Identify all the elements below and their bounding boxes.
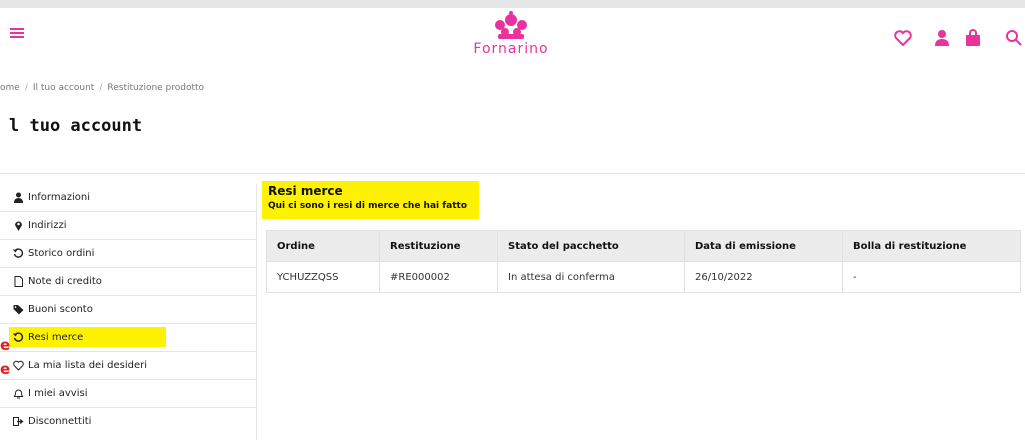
column-header-restituzione: Restituzione <box>379 230 498 262</box>
user-icon[interactable] <box>932 28 952 48</box>
red-annotation-mark: e <box>0 360 11 378</box>
sidebar-item-resi-merce[interactable]: Resi merce <box>0 324 256 352</box>
file-icon <box>14 276 23 287</box>
sidebar-item-informazioni[interactable]: Informazioni <box>0 184 256 212</box>
heart-icon[interactable] <box>893 28 913 48</box>
table-header-row: Ordine Restituzione Stato del pacchetto … <box>266 230 1021 262</box>
tag-icon <box>13 305 24 315</box>
column-header-data: Data di emissione <box>684 230 843 262</box>
sidebar-item-label: Informazioni <box>28 192 90 203</box>
heart-outline-icon <box>13 360 24 371</box>
sidebar-item-disconnettiti[interactable]: Disconnettiti <box>0 408 256 436</box>
section-title: Resi merce <box>268 184 343 198</box>
sign-out-icon <box>13 417 24 426</box>
breadcrumb-current: Restituzione prodotto <box>107 83 205 93</box>
section-subtitle: Qui ci sono i resi di merce che hai fatt… <box>268 201 468 211</box>
top-strip <box>0 0 1025 8</box>
map-pin-icon <box>15 221 22 231</box>
table-row: YCHUZZQSS #RE000002 In attesa di conferm… <box>266 261 1021 293</box>
sidebar-item-lista-desideri[interactable]: La mia lista dei desideri <box>0 352 256 380</box>
sidebar-item-buoni-sconto[interactable]: Buoni sconto <box>0 296 256 324</box>
red-annotation-mark: e <box>0 336 11 354</box>
column-header-bolla: Bolla di restituzione <box>842 230 1021 262</box>
cell-data: 26/10/2022 <box>684 261 843 293</box>
sidebar-item-label: Buoni sconto <box>28 304 93 315</box>
sidebar-item-label: Disconnettiti <box>28 416 92 427</box>
column-header-stato: Stato del pacchetto <box>497 230 685 262</box>
crown-icon <box>495 11 527 39</box>
account-sidebar: Informazioni Indirizzi Storico ordini No… <box>0 184 257 440</box>
user-icon <box>14 192 23 203</box>
sidebar-item-label: Note di credito <box>28 276 102 287</box>
history-icon <box>13 248 24 258</box>
cell-bolla: - <box>842 261 1021 293</box>
menu-icon[interactable] <box>10 28 24 39</box>
sidebar-item-label: Storico ordini <box>28 248 95 259</box>
sidebar-item-label: Resi merce <box>28 332 84 343</box>
cell-stato: In attesa di conferma <box>497 261 685 293</box>
undo-icon <box>13 332 24 342</box>
cell-ordine[interactable]: YCHUZZQSS <box>266 261 380 293</box>
sidebar-item-label: La mia lista dei desideri <box>28 360 148 371</box>
column-header-ordine: Ordine <box>266 230 380 262</box>
bag-icon[interactable] <box>963 28 983 48</box>
search-icon[interactable] <box>1004 28 1024 48</box>
breadcrumb: ome / Il tuo account / Restituzione prodotto <box>0 83 205 93</box>
page-title: l tuo account <box>9 116 143 136</box>
divider <box>0 173 1025 174</box>
cell-restituzione[interactable]: #RE000002 <box>379 261 498 293</box>
sidebar-item-note-di-credito[interactable]: Note di credito <box>0 268 256 296</box>
sidebar-item-miei-avvisi[interactable]: I miei avvisi <box>0 380 256 408</box>
sidebar-item-label: I miei avvisi <box>28 388 88 399</box>
sidebar-item-label: Indirizzi <box>28 220 67 231</box>
site-header: Fornarino <box>0 8 1025 66</box>
logo-text: Fornarino <box>473 41 549 57</box>
section-header: Resi merce Qui ci sono i resi di merce c… <box>262 181 479 219</box>
sidebar-item-indirizzi[interactable]: Indirizzi <box>0 212 256 240</box>
returns-table: Ordine Restituzione Stato del pacchetto … <box>266 230 1021 293</box>
bell-icon <box>13 389 24 399</box>
breadcrumb-home[interactable]: ome <box>0 83 20 93</box>
logo[interactable]: Fornarino <box>446 11 576 61</box>
sidebar-item-storico-ordini[interactable]: Storico ordini <box>0 240 256 268</box>
breadcrumb-account[interactable]: Il tuo account <box>33 83 94 93</box>
